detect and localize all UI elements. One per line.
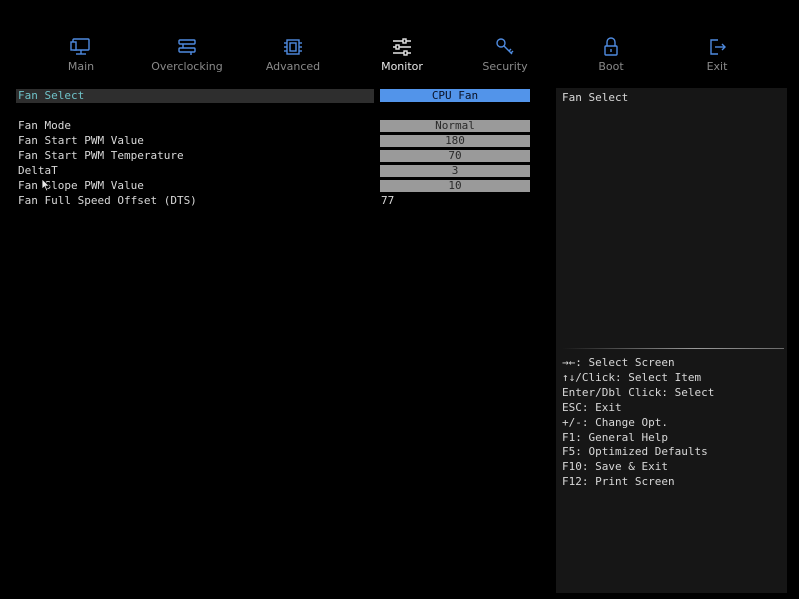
exit-icon: [710, 39, 726, 55]
sliders-icon: [393, 38, 411, 56]
tab-monitor-label: Monitor: [381, 60, 423, 73]
setting-value-field[interactable]: 10: [380, 180, 530, 192]
tab-boot-label: Boot: [598, 60, 624, 73]
key-hint: F10: Save & Exit: [562, 460, 668, 474]
setting-label: Fan Full Speed Offset (DTS): [18, 194, 197, 207]
setting-value-field[interactable]: 70: [380, 150, 530, 162]
lock-icon: [604, 37, 618, 56]
setting-value-field[interactable]: 180: [380, 135, 530, 147]
mouse-cursor-icon: [41, 178, 51, 192]
tab-exit[interactable]: Exit: [662, 30, 772, 78]
key-hint: ESC: Exit: [562, 400, 622, 414]
setting-label: DeltaT: [18, 164, 58, 177]
tab-security-label: Security: [482, 60, 528, 73]
tab-monitor[interactable]: Monitor: [347, 30, 457, 78]
setting-value-dropdown[interactable]: Normal: [380, 120, 530, 132]
tab-main[interactable]: Main: [26, 30, 136, 78]
setting-fan-start-pwm-temperature[interactable]: Fan Start PWM Temperature 70: [16, 149, 536, 163]
setting-fan-slope-pwm-value[interactable]: Fan Slope PWM Value 10: [16, 179, 536, 193]
setting-label: Fan Slope PWM Value: [18, 179, 144, 192]
tab-boot[interactable]: Boot: [556, 30, 666, 78]
help-panel: Fan Select →←: Select Screen ↑↓/Click: S…: [556, 88, 787, 593]
help-divider: [562, 348, 784, 349]
setting-value-readonly: 77: [381, 194, 395, 207]
key-hint: →←: Select Screen: [562, 356, 675, 369]
key-legend: →←: Select Screen ↑↓/Click: Select Item …: [562, 356, 714, 490]
setting-value-dropdown[interactable]: CPU Fan: [380, 89, 530, 102]
setting-fan-full-speed-offset: Fan Full Speed Offset (DTS) 77: [16, 194, 536, 208]
overclock-icon: [178, 39, 196, 55]
key-hint: F1: General Help: [562, 430, 668, 444]
tab-main-label: Main: [67, 60, 95, 73]
setting-label: Fan Start PWM Temperature: [18, 149, 184, 162]
key-hint: ↑↓/Click: Select Item: [562, 370, 702, 384]
key-icon: [496, 38, 514, 55]
tab-overclocking-label: Overclocking: [151, 60, 223, 73]
tab-advanced-label: Advanced: [265, 60, 321, 73]
tab-overclocking[interactable]: Overclocking: [132, 30, 242, 78]
key-hint: Enter/Dbl Click: Select: [562, 385, 715, 399]
chip-icon: [284, 39, 302, 55]
setting-label: Fan Start PWM Value: [18, 134, 144, 147]
key-hint: F12: Print Screen: [562, 475, 675, 489]
tab-advanced[interactable]: Advanced: [238, 30, 348, 78]
key-hint: F5: Optimized Defaults: [562, 445, 708, 459]
tab-exit-label: Exit: [706, 60, 728, 73]
key-hint: +/-: Change Opt.: [562, 415, 668, 429]
setting-fan-select[interactable]: Fan Select CPU Fan: [16, 89, 536, 103]
top-nav: Main Overclocking Advanced Monitor Secur…: [0, 30, 799, 80]
setting-label: Fan Mode: [18, 119, 71, 132]
monitor-icon: [70, 38, 90, 55]
setting-fan-start-pwm-value[interactable]: Fan Start PWM Value 180: [16, 134, 536, 148]
setting-label: Fan Select: [18, 89, 85, 102]
setting-deltat[interactable]: DeltaT 3: [16, 164, 536, 178]
help-title: Fan Select: [562, 91, 629, 104]
tab-security[interactable]: Security: [450, 30, 560, 78]
setting-value-field[interactable]: 3: [380, 165, 530, 177]
setting-fan-mode[interactable]: Fan Mode Normal: [16, 119, 536, 133]
